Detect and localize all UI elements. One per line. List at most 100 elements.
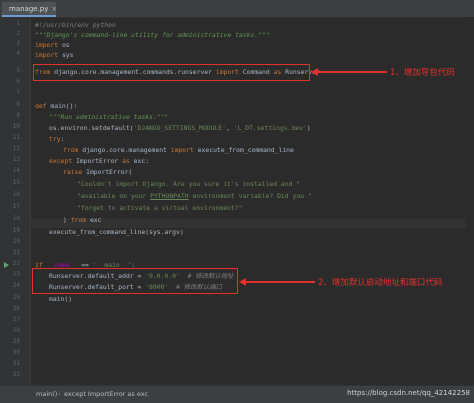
line-number: 25 bbox=[12, 294, 20, 301]
line-number: 30 bbox=[12, 349, 20, 356]
code-text: ImportError bbox=[72, 157, 123, 165]
line-number: 29 bbox=[12, 338, 20, 345]
keyword: import bbox=[35, 51, 59, 59]
code-line: main() bbox=[31, 294, 474, 304]
line-number: 23 bbox=[12, 271, 20, 278]
keyword: def bbox=[35, 102, 47, 110]
code-text: os.environ.setdefault( bbox=[49, 124, 134, 132]
code-text: os bbox=[58, 41, 70, 49]
editor-scrollbar[interactable] bbox=[466, 17, 474, 385]
close-tab-icon[interactable]: × bbox=[51, 5, 57, 13]
keyword: raise bbox=[63, 168, 83, 176]
code-line: except ImportError as exc: bbox=[31, 156, 474, 166]
line-number: 28 bbox=[12, 327, 20, 334]
string: 'L_DT.settings.dev' bbox=[233, 124, 307, 132]
breadcrumb-separator: › bbox=[58, 390, 61, 398]
line-number: 6 bbox=[16, 78, 20, 85]
code-line: try: bbox=[31, 134, 474, 144]
arrow-line bbox=[245, 281, 315, 283]
code-line: execute_from_command_line(sys.argv) bbox=[31, 227, 474, 237]
code-line: import sys bbox=[31, 50, 474, 60]
code-text: """Django's command-line utility for adm… bbox=[35, 31, 270, 39]
string: PYTHONPATH bbox=[150, 192, 189, 200]
tab-label: manage.py bbox=[9, 4, 49, 13]
keyword: except bbox=[49, 157, 73, 165]
code-line: #!/usr/bin/env python bbox=[31, 20, 474, 30]
line-number: 9 bbox=[16, 112, 20, 119]
line-number: 4 bbox=[16, 50, 20, 57]
string: 'DJANGO_SETTINGS_MODULE' bbox=[133, 124, 226, 132]
keyword: from bbox=[63, 146, 79, 154]
breadcrumb-item[interactable]: except ImportError as exc bbox=[64, 390, 148, 398]
run-icon[interactable] bbox=[4, 262, 9, 268]
line-number: 3 bbox=[16, 40, 20, 47]
code-text: execute_from_command_line bbox=[193, 146, 294, 154]
code-line: "forget to activate a virtual environmen… bbox=[31, 203, 474, 213]
code-text: ) bbox=[63, 216, 71, 224]
keyword: try bbox=[49, 135, 61, 143]
line-number: 1 bbox=[16, 20, 20, 27]
code-text: django.core.management bbox=[78, 146, 171, 154]
code-line: import os bbox=[31, 40, 474, 50]
line-number: 24 bbox=[12, 282, 20, 289]
breadcrumb-item[interactable]: main() bbox=[36, 390, 57, 398]
code-line: raise ImportError( bbox=[31, 167, 474, 177]
line-number: 5 bbox=[16, 67, 20, 74]
string: "Couldn't import Django. Are you sure it… bbox=[77, 180, 301, 188]
code-line: "available on your PYTHONPATH environmen… bbox=[31, 191, 474, 201]
line-number: 8 bbox=[16, 101, 20, 108]
code-line: from django.core.management import execu… bbox=[31, 145, 474, 155]
keyword: import bbox=[170, 146, 194, 154]
string: "available on your bbox=[77, 192, 151, 200]
line-number: 14 bbox=[12, 167, 20, 174]
line-number: 27 bbox=[12, 316, 20, 323]
line-number: 18 bbox=[12, 215, 20, 222]
code-text: ImportError( bbox=[82, 168, 133, 176]
code-text: , bbox=[226, 124, 234, 132]
line-number: 2 bbox=[16, 30, 20, 37]
tab-manage-py[interactable]: manage.py × bbox=[2, 2, 57, 17]
annotation-defaults: 2、增加默认启动地址和端口代码 bbox=[318, 278, 443, 288]
code-text: exc: bbox=[129, 157, 150, 165]
string: "forget to activate a virtual environmen… bbox=[77, 204, 243, 212]
code-line: ) from exc bbox=[31, 215, 474, 225]
line-number: 7 bbox=[16, 89, 20, 96]
highlight-box-runserver-defaults bbox=[32, 268, 238, 294]
code-line: "Couldn't import Django. Are you sure it… bbox=[31, 179, 474, 189]
line-number: 26 bbox=[12, 305, 20, 312]
breadcrumb-bar: main() › except ImportError as exc https… bbox=[0, 385, 474, 403]
code-text: #!/usr/bin/env python bbox=[35, 21, 116, 29]
code-text: execute_from_command_line(sys.argv) bbox=[49, 228, 184, 236]
keyword: as bbox=[122, 157, 130, 165]
line-number: 17 bbox=[12, 203, 20, 210]
editor-tab-bar: manage.py × bbox=[0, 0, 474, 18]
line-number: 10 bbox=[12, 123, 20, 130]
keyword: from bbox=[70, 216, 87, 224]
line-number: 21 bbox=[12, 249, 20, 256]
line-number: 19 bbox=[12, 227, 20, 234]
code-text: main(): bbox=[46, 102, 78, 110]
string: environment variable? Did you " bbox=[188, 192, 312, 200]
line-number: 32 bbox=[12, 371, 20, 378]
code-text: main() bbox=[49, 295, 73, 303]
code-text: ) bbox=[306, 124, 311, 132]
arrow-line bbox=[317, 71, 387, 73]
code-text: : bbox=[60, 135, 65, 143]
line-number: 20 bbox=[12, 238, 20, 245]
line-number: 11 bbox=[12, 134, 20, 141]
code-text: sys bbox=[58, 51, 74, 59]
annotation-import: 1、增加导包代码 bbox=[390, 68, 455, 78]
line-number: 12 bbox=[12, 145, 20, 152]
line-number: 13 bbox=[12, 156, 20, 163]
code-text: """Run administrative tasks.""" bbox=[49, 113, 169, 121]
code-line: os.environ.setdefault('DJANGO_SETTINGS_M… bbox=[31, 123, 474, 133]
keyword: import bbox=[35, 41, 59, 49]
watermark: https://blog.csdn.net/qq_42142258 bbox=[347, 389, 470, 397]
code-line: def main(): bbox=[31, 101, 474, 111]
line-number: 16 bbox=[12, 191, 20, 198]
line-number: 15 bbox=[12, 179, 20, 186]
code-line: """Run administrative tasks.""" bbox=[31, 112, 474, 122]
code-line: """Django's command-line utility for adm… bbox=[31, 30, 474, 40]
line-number: 31 bbox=[12, 360, 20, 367]
code-text: exc bbox=[86, 216, 102, 224]
